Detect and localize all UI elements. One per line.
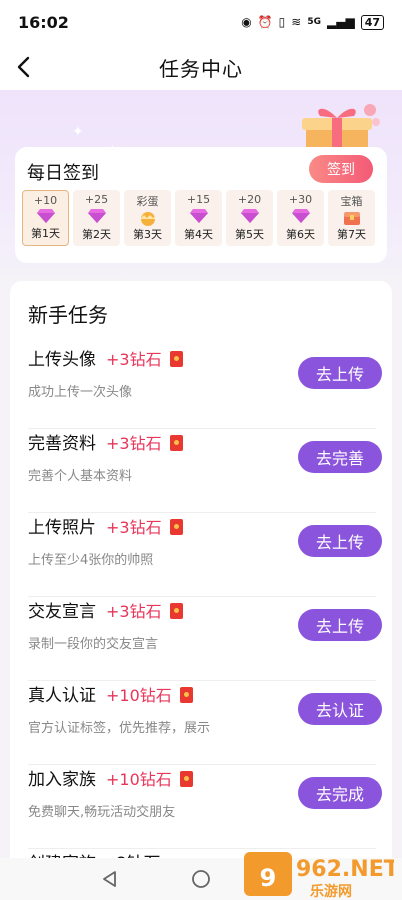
day-reward: 彩蛋 xyxy=(136,195,159,208)
network-label: 5G xyxy=(307,17,321,27)
page-title: 任务中心 xyxy=(159,56,243,81)
task-item: 上传照片 +3钻石 上传至少4张你的帅照 去上传 xyxy=(28,513,382,597)
alarm-icon: ⏰ xyxy=(257,15,273,29)
task-name: 上传照片 +3钻石 xyxy=(28,513,183,538)
signal-icon: ▂▄▆ xyxy=(327,15,355,29)
red-envelope-icon xyxy=(169,435,183,451)
day-label: 第4天 xyxy=(184,228,213,241)
checkin-day-3[interactable]: 彩蛋 第3天 xyxy=(124,190,171,246)
day-label: 第7天 xyxy=(337,228,366,241)
status-time: 16:02 xyxy=(18,12,69,32)
task-description: 录制一段你的交友宣言 xyxy=(28,637,159,652)
sparkle-icon: ✦ xyxy=(72,124,84,140)
day-reward: +25 xyxy=(84,193,109,206)
task-item: 交友宣言 +3钻石 录制一段你的交友宣言 去上传 xyxy=(28,597,382,681)
checkin-day-1[interactable]: +10 第1天 xyxy=(22,190,69,246)
task-name: 加入家族 +10钻石 xyxy=(28,765,193,790)
site-watermark-logo: 9 962.NET 乐游网 xyxy=(244,852,394,900)
day-reward: +15 xyxy=(186,193,211,206)
day-reward: +30 xyxy=(288,193,313,206)
checkin-day-6[interactable]: +30 第6天 xyxy=(277,190,324,246)
newbie-tasks-card: 新手任务 上传头像 +3钻石 成功上传一次头像 去上传 完善资料 +3钻石 完善个人… xyxy=(10,281,392,881)
status-bar: 16:02 ◉ ⏰ ▯ ≋ 5G ▂▄▆ 47 xyxy=(0,0,402,44)
task-description: 完善个人基本资料 xyxy=(28,469,133,484)
checkin-days: +10 第1天 +25 第2天 彩蛋 第3天 +15 第4天 +20 第5天 +… xyxy=(22,190,375,246)
home-circle-icon[interactable] xyxy=(190,868,212,890)
day-label: 第2天 xyxy=(82,228,111,241)
day-reward: +20 xyxy=(237,193,262,206)
status-icons: ◉ ⏰ ▯ ≋ 5G ▂▄▆ 47 xyxy=(241,14,384,30)
task-action-button[interactable]: 去上传 xyxy=(298,357,382,389)
gem-icon xyxy=(36,209,55,223)
checkin-day-5[interactable]: +20 第5天 xyxy=(226,190,273,246)
wifi-icon: ≋ xyxy=(291,15,302,29)
gem-icon xyxy=(87,209,106,223)
egg-icon xyxy=(140,211,155,226)
task-reward: +3钻石 xyxy=(106,434,162,453)
checkin-day-2[interactable]: +25 第2天 xyxy=(73,190,120,246)
day-label: 第5天 xyxy=(235,228,264,241)
task-action-button[interactable]: 去认证 xyxy=(298,693,382,725)
day-label: 第6天 xyxy=(286,228,315,241)
back-arrow-icon[interactable] xyxy=(12,54,38,80)
task-name: 上传头像 +3钻石 xyxy=(28,345,183,370)
task-name: 完善资料 +3钻石 xyxy=(28,429,183,454)
day-reward: 宝箱 xyxy=(340,195,363,208)
task-reward: +10钻石 xyxy=(106,686,172,705)
watermark-brand: 962.NET xyxy=(296,857,394,882)
checkin-day-7[interactable]: 宝箱 第7天 xyxy=(328,190,375,246)
gem-icon xyxy=(291,209,310,223)
task-action-button[interactable]: 去完成 xyxy=(298,777,382,809)
red-envelope-icon xyxy=(179,771,193,787)
task-description: 免费聊天,畅玩活动交朋友 xyxy=(28,805,176,820)
checkin-day-4[interactable]: +15 第4天 xyxy=(175,190,222,246)
day-label: 第3天 xyxy=(133,228,162,241)
task-reward: +3钻石 xyxy=(106,518,162,537)
gem-icon xyxy=(240,209,259,223)
red-envelope-icon xyxy=(169,351,183,367)
task-item: 完善资料 +3钻石 完善个人基本资料 去完善 xyxy=(28,429,382,513)
vibrate-icon: ▯ xyxy=(278,15,286,29)
task-reward: +3钻石 xyxy=(106,602,162,621)
task-item: 加入家族 +10钻石 免费聊天,畅玩活动交朋友 去完成 xyxy=(28,765,382,849)
task-description: 成功上传一次头像 xyxy=(28,385,133,400)
task-item: 上传头像 +3钻石 成功上传一次头像 去上传 xyxy=(28,345,382,429)
back-triangle-icon[interactable] xyxy=(100,869,120,889)
red-envelope-icon xyxy=(169,603,183,619)
checkin-title: 每日签到 xyxy=(27,163,99,184)
task-description: 官方认证标签，优先推荐，展示 xyxy=(28,721,211,736)
battery-icon: 47 xyxy=(360,14,384,30)
day-reward: +10 xyxy=(33,194,58,207)
eye-icon: ◉ xyxy=(241,15,252,29)
red-envelope-icon xyxy=(169,519,183,535)
task-name: 交友宣言 +3钻石 xyxy=(28,597,183,622)
task-action-button[interactable]: 去上传 xyxy=(298,525,382,557)
tasks-title: 新手任务 xyxy=(28,303,108,327)
watermark-subtitle: 乐游网 xyxy=(310,883,352,900)
daily-checkin-card: 每日签到 签到 +10 第1天 +25 第2天 彩蛋 第3天 +15 第4天 +… xyxy=(15,147,387,263)
svg-text:9: 9 xyxy=(260,864,277,892)
task-action-button[interactable]: 去上传 xyxy=(298,609,382,641)
task-reward: +10钻石 xyxy=(106,770,172,789)
gem-icon xyxy=(189,209,208,223)
red-envelope-icon xyxy=(179,687,193,703)
task-description: 上传至少4张你的帅照 xyxy=(28,553,154,568)
day-label: 第1天 xyxy=(31,227,60,240)
navigation-bar: 任务中心 xyxy=(0,44,402,90)
task-name: 真人认证 +10钻石 xyxy=(28,681,193,706)
chest-icon xyxy=(343,211,360,225)
checkin-button[interactable]: 签到 xyxy=(309,155,373,183)
task-item: 真人认证 +10钻石 官方认证标签，优先推荐，展示 去认证 xyxy=(28,681,382,765)
task-action-button[interactable]: 去完善 xyxy=(298,441,382,473)
task-reward: +3钻石 xyxy=(106,350,162,369)
